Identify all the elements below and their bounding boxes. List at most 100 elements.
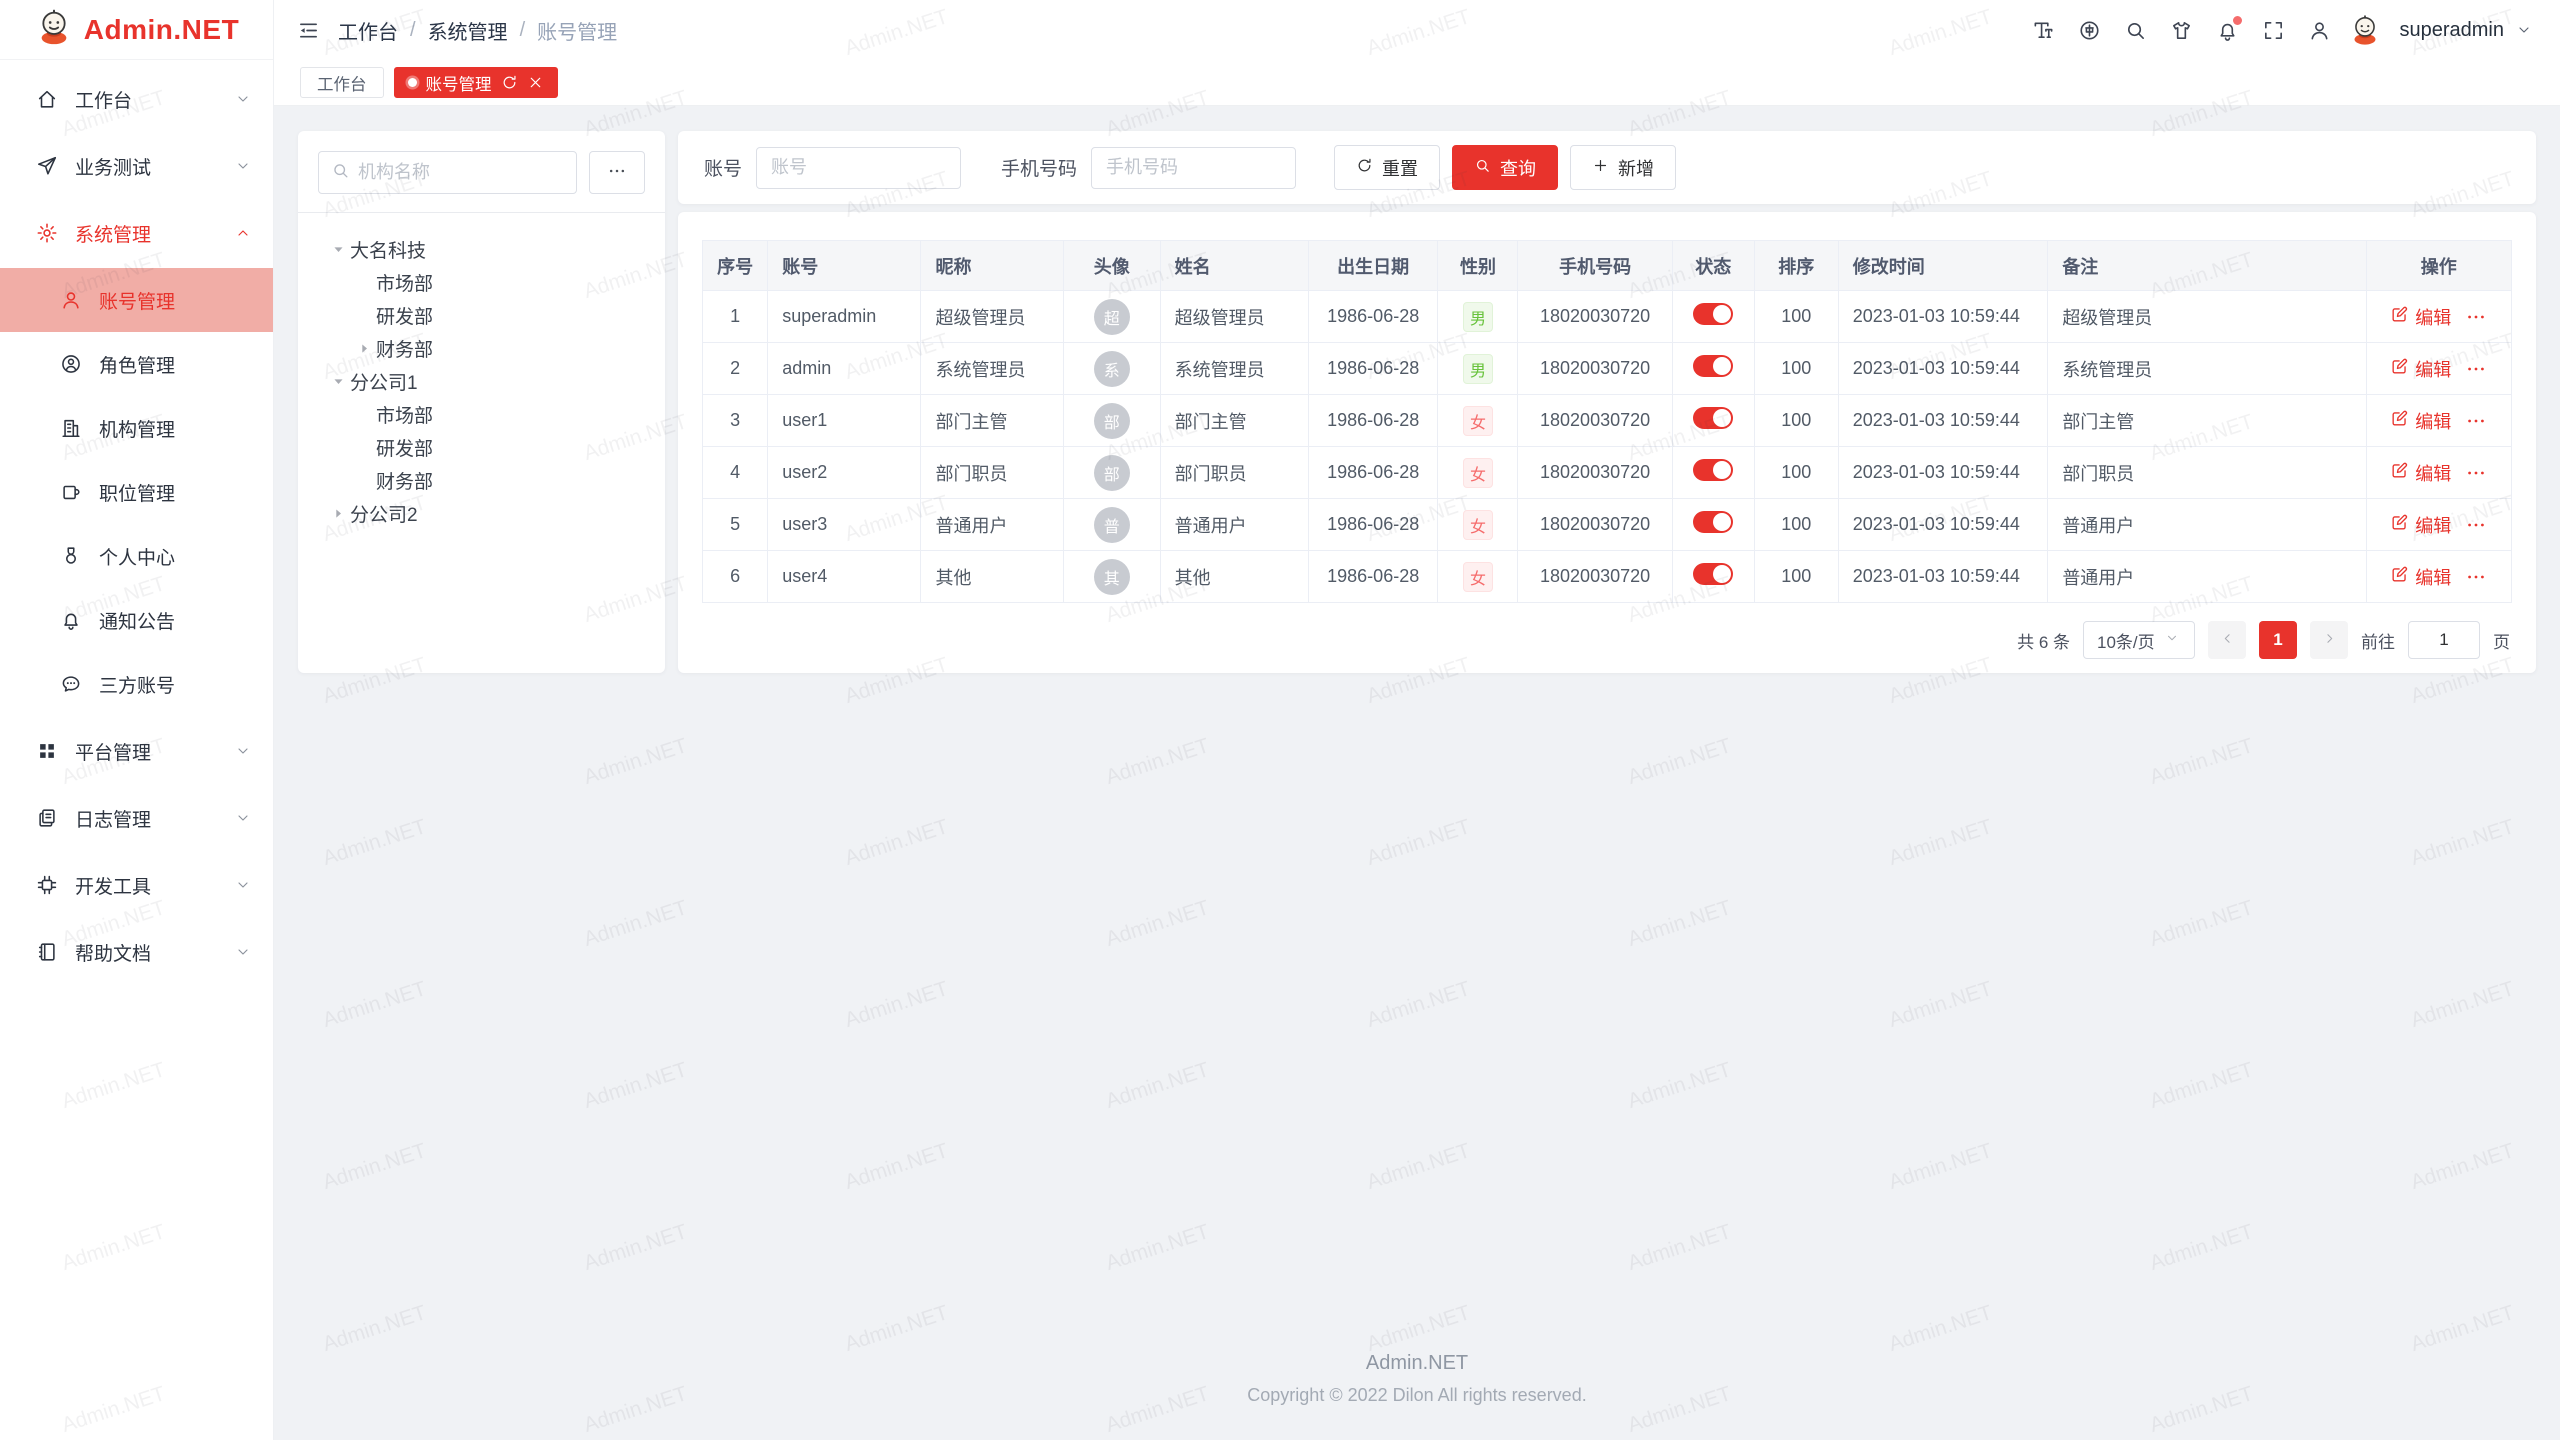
status-toggle[interactable] bbox=[1693, 303, 1733, 325]
tab-refresh-icon[interactable] bbox=[501, 74, 518, 91]
user-icon[interactable] bbox=[2301, 12, 2337, 48]
tree-node-label: 分公司1 bbox=[350, 368, 418, 395]
column-header-性别: 性别 bbox=[1438, 241, 1518, 291]
prev-page-button[interactable] bbox=[2208, 621, 2246, 659]
tree-node-大名科技[interactable]: 大名科技 bbox=[318, 233, 645, 266]
sidebar-item-职位管理[interactable]: 职位管理 bbox=[0, 460, 273, 524]
edit-button[interactable]: 编辑 bbox=[2390, 564, 2451, 590]
language-icon[interactable] bbox=[2071, 12, 2107, 48]
status-toggle[interactable] bbox=[1693, 459, 1733, 481]
sidebar-item-角色管理[interactable]: 角色管理 bbox=[0, 332, 273, 396]
cell-name: 超级管理员 bbox=[1160, 291, 1308, 343]
goto-page-input[interactable] bbox=[2408, 621, 2480, 659]
tree-more-button[interactable] bbox=[589, 151, 645, 194]
edit-button[interactable]: 编辑 bbox=[2390, 460, 2451, 486]
status-toggle[interactable] bbox=[1693, 563, 1733, 585]
page-size-select[interactable]: 10条/页 bbox=[2083, 621, 2195, 659]
more-actions-button[interactable] bbox=[2465, 566, 2487, 588]
sidebar: Admin.NET 工作台业务测试系统管理账号管理角色管理机构管理职位管理个人中… bbox=[0, 0, 274, 1440]
caret-right-icon[interactable] bbox=[326, 502, 350, 526]
breadcrumb-system[interactable]: 系统管理 bbox=[428, 16, 508, 45]
more-actions-button[interactable] bbox=[2465, 462, 2487, 484]
sidebar-item-系统管理[interactable]: 系统管理 bbox=[0, 201, 273, 265]
sidebar-item-工作台[interactable]: 工作台 bbox=[0, 67, 273, 131]
tab-close-icon[interactable] bbox=[527, 74, 544, 91]
edit-button[interactable]: 编辑 bbox=[2390, 408, 2451, 434]
sidebar-item-开发工具[interactable]: 开发工具 bbox=[0, 853, 273, 917]
avatar: 超 bbox=[1094, 299, 1130, 335]
status-toggle[interactable] bbox=[1693, 407, 1733, 429]
sidebar-item-日志管理[interactable]: 日志管理 bbox=[0, 786, 273, 850]
cell-nickname: 系统管理员 bbox=[921, 343, 1063, 395]
tab-workbench[interactable]: 工作台 bbox=[300, 67, 384, 98]
status-toggle[interactable] bbox=[1693, 355, 1733, 377]
more-actions-button[interactable] bbox=[2465, 410, 2487, 432]
notification-bell-icon[interactable] bbox=[2209, 12, 2245, 48]
chevron-down-icon bbox=[2165, 630, 2179, 650]
chevron-down-icon bbox=[235, 91, 251, 107]
avatar[interactable] bbox=[2347, 12, 2383, 48]
sidebar-item-个人中心[interactable]: 个人中心 bbox=[0, 524, 273, 588]
chevron-down-icon[interactable] bbox=[2516, 22, 2532, 38]
sidebar-item-label: 三方账号 bbox=[99, 671, 251, 698]
column-header-头像: 头像 bbox=[1063, 241, 1160, 291]
fullscreen-icon[interactable] bbox=[2255, 12, 2291, 48]
more-actions-button[interactable] bbox=[2465, 306, 2487, 328]
cell-gender: 女 bbox=[1438, 551, 1518, 603]
cell-name: 部门主管 bbox=[1160, 395, 1308, 447]
tab-account-management[interactable]: 账号管理 bbox=[394, 67, 558, 98]
theme-icon[interactable] bbox=[2163, 12, 2199, 48]
cell-phone: 18020030720 bbox=[1518, 499, 1672, 551]
tree-node-财务部[interactable]: 财务部 bbox=[318, 464, 645, 497]
status-toggle[interactable] bbox=[1693, 511, 1733, 533]
account-input[interactable] bbox=[756, 147, 961, 189]
tree-node-分公司1[interactable]: 分公司1 bbox=[318, 365, 645, 398]
cell-avatar: 其 bbox=[1063, 551, 1160, 603]
tree-node-市场部[interactable]: 市场部 bbox=[318, 266, 645, 299]
caret-down-icon[interactable] bbox=[326, 238, 350, 262]
more-actions-button[interactable] bbox=[2465, 514, 2487, 536]
cell-account: user3 bbox=[768, 499, 921, 551]
username[interactable]: superadmin bbox=[2399, 19, 2504, 42]
next-page-button[interactable] bbox=[2310, 621, 2348, 659]
tree-node-财务部[interactable]: 财务部 bbox=[318, 332, 645, 365]
tree-node-label: 财务部 bbox=[376, 467, 433, 494]
logo[interactable]: Admin.NET bbox=[0, 0, 273, 60]
search-button[interactable]: 查询 bbox=[1452, 145, 1558, 190]
edit-button[interactable]: 编辑 bbox=[2390, 512, 2451, 538]
caret-right-icon[interactable] bbox=[352, 337, 376, 361]
sidebar-item-三方账号[interactable]: 三方账号 bbox=[0, 652, 273, 716]
edit-label: 编辑 bbox=[2415, 408, 2451, 434]
edit-icon bbox=[2390, 461, 2409, 485]
sidebar-item-通知公告[interactable]: 通知公告 bbox=[0, 588, 273, 652]
sidebar-item-帮助文档[interactable]: 帮助文档 bbox=[0, 920, 273, 984]
sidebar-item-label: 角色管理 bbox=[99, 351, 251, 378]
reset-button[interactable]: 重置 bbox=[1334, 145, 1440, 190]
breadcrumb-workbench[interactable]: 工作台 bbox=[338, 16, 398, 45]
font-size-icon[interactable] bbox=[2025, 12, 2061, 48]
org-search-input[interactable] bbox=[358, 162, 564, 183]
menu-collapse-icon[interactable] bbox=[290, 12, 326, 48]
cell-account: superadmin bbox=[768, 291, 921, 343]
sidebar-item-平台管理[interactable]: 平台管理 bbox=[0, 719, 273, 783]
tree-node-市场部[interactable]: 市场部 bbox=[318, 398, 645, 431]
sidebar-item-账号管理[interactable]: 账号管理 bbox=[0, 268, 273, 332]
cell-name: 部门职员 bbox=[1160, 447, 1308, 499]
tree-node-研发部[interactable]: 研发部 bbox=[318, 431, 645, 464]
tree-node-分公司2[interactable]: 分公司2 bbox=[318, 497, 645, 530]
cell-actions: 编辑 bbox=[2366, 499, 2511, 551]
current-page-button[interactable]: 1 bbox=[2259, 621, 2297, 659]
edit-button[interactable]: 编辑 bbox=[2390, 356, 2451, 382]
sidebar-item-业务测试[interactable]: 业务测试 bbox=[0, 134, 273, 198]
edit-icon bbox=[2390, 513, 2409, 537]
cell-remark: 系统管理员 bbox=[2048, 343, 2366, 395]
sidebar-item-机构管理[interactable]: 机构管理 bbox=[0, 396, 273, 460]
cell-nickname: 部门主管 bbox=[921, 395, 1063, 447]
more-actions-button[interactable] bbox=[2465, 358, 2487, 380]
add-button[interactable]: 新增 bbox=[1570, 145, 1676, 190]
phone-input[interactable] bbox=[1091, 147, 1296, 189]
edit-button[interactable]: 编辑 bbox=[2390, 304, 2451, 330]
tree-node-研发部[interactable]: 研发部 bbox=[318, 299, 645, 332]
global-search-icon[interactable] bbox=[2117, 12, 2153, 48]
caret-down-icon[interactable] bbox=[326, 370, 350, 394]
